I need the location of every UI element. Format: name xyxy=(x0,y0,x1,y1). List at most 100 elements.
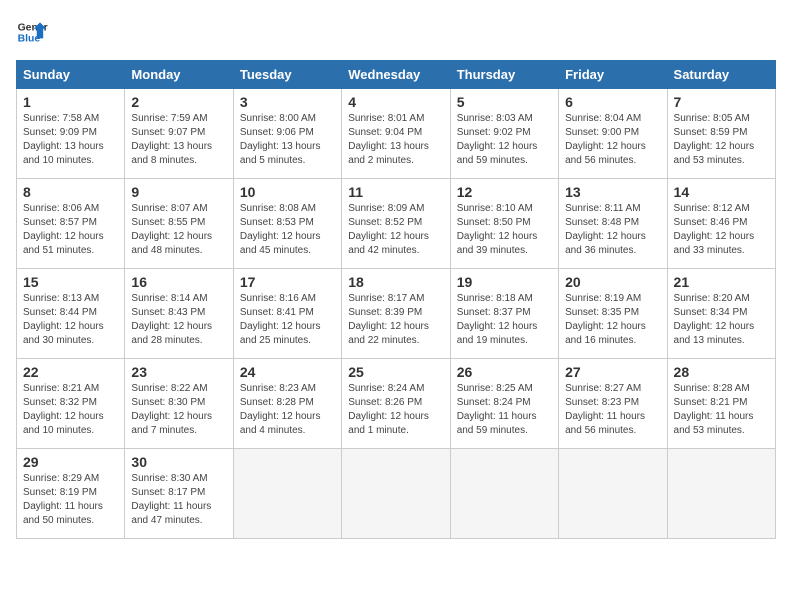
calendar-cell xyxy=(450,449,558,539)
week-row-3: 15 Sunrise: 8:13 AMSunset: 8:44 PMDayligh… xyxy=(17,269,776,359)
calendar-cell: 21 Sunrise: 8:20 AMSunset: 8:34 PMDayligh… xyxy=(667,269,775,359)
day-number: 5 xyxy=(457,94,552,110)
calendar-cell: 1 Sunrise: 7:58 AMSunset: 9:09 PMDaylight… xyxy=(17,89,125,179)
day-number: 20 xyxy=(565,274,660,290)
day-number: 27 xyxy=(565,364,660,380)
calendar-cell: 6 Sunrise: 8:04 AMSunset: 9:00 PMDaylight… xyxy=(559,89,667,179)
calendar-cell: 23 Sunrise: 8:22 AMSunset: 8:30 PMDayligh… xyxy=(125,359,233,449)
header-monday: Monday xyxy=(125,61,233,89)
day-info: Sunrise: 8:22 AMSunset: 8:30 PMDaylight:… xyxy=(131,382,226,438)
day-number: 8 xyxy=(23,184,118,200)
day-info: Sunrise: 8:10 AMSunset: 8:50 PMDaylight:… xyxy=(457,202,552,258)
calendar-cell: 15 Sunrise: 8:13 AMSunset: 8:44 PMDayligh… xyxy=(17,269,125,359)
day-info: Sunrise: 8:24 AMSunset: 8:26 PMDaylight:… xyxy=(348,382,443,438)
logo: General Blue xyxy=(16,16,48,48)
day-info: Sunrise: 8:18 AMSunset: 8:37 PMDaylight:… xyxy=(457,292,552,348)
calendar-cell: 27 Sunrise: 8:27 AMSunset: 8:23 PMDayligh… xyxy=(559,359,667,449)
day-info: Sunrise: 7:59 AMSunset: 9:07 PMDaylight:… xyxy=(131,112,226,168)
day-info: Sunrise: 8:01 AMSunset: 9:04 PMDaylight:… xyxy=(348,112,443,168)
day-number: 14 xyxy=(674,184,769,200)
day-info: Sunrise: 8:09 AMSunset: 8:52 PMDaylight:… xyxy=(348,202,443,258)
calendar-cell xyxy=(342,449,450,539)
day-info: Sunrise: 8:20 AMSunset: 8:34 PMDaylight:… xyxy=(674,292,769,348)
day-number: 1 xyxy=(23,94,118,110)
day-info: Sunrise: 8:14 AMSunset: 8:43 PMDaylight:… xyxy=(131,292,226,348)
day-info: Sunrise: 8:05 AMSunset: 8:59 PMDaylight:… xyxy=(674,112,769,168)
calendar-cell: 7 Sunrise: 8:05 AMSunset: 8:59 PMDaylight… xyxy=(667,89,775,179)
calendar-cell: 28Sunrise: 8:28 AMSunset: 8:21 PMDayligh… xyxy=(667,359,775,449)
day-info: Sunrise: 8:08 AMSunset: 8:53 PMDaylight:… xyxy=(240,202,335,258)
day-info: Sunrise: 8:21 AMSunset: 8:32 PMDaylight:… xyxy=(23,382,118,438)
header-thursday: Thursday xyxy=(450,61,558,89)
calendar-cell: 9Sunrise: 8:07 AMSunset: 8:55 PMDaylight… xyxy=(125,179,233,269)
day-number: 13 xyxy=(565,184,660,200)
calendar-cell: 13Sunrise: 8:11 AMSunset: 8:48 PMDayligh… xyxy=(559,179,667,269)
day-number: 25 xyxy=(348,364,443,380)
day-number: 18 xyxy=(348,274,443,290)
day-info: Sunrise: 8:16 AMSunset: 8:41 PMDaylight:… xyxy=(240,292,335,348)
day-number: 29 xyxy=(23,454,118,470)
day-info: Sunrise: 8:19 AMSunset: 8:35 PMDaylight:… xyxy=(565,292,660,348)
day-info: Sunrise: 8:25 AMSunset: 8:24 PMDaylight:… xyxy=(457,382,552,438)
day-number: 11 xyxy=(348,184,443,200)
day-number: 16 xyxy=(131,274,226,290)
calendar-cell xyxy=(559,449,667,539)
header-sunday: Sunday xyxy=(17,61,125,89)
calendar-cell: 11 Sunrise: 8:09 AMSunset: 8:52 PMDayligh… xyxy=(342,179,450,269)
day-number: 22 xyxy=(23,364,118,380)
calendar-cell: 22 Sunrise: 8:21 AMSunset: 8:32 PMDayligh… xyxy=(17,359,125,449)
header-saturday: Saturday xyxy=(667,61,775,89)
day-number: 7 xyxy=(674,94,769,110)
page-header: General Blue xyxy=(16,16,776,48)
day-number: 3 xyxy=(240,94,335,110)
day-number: 9 xyxy=(131,184,226,200)
day-number: 6 xyxy=(565,94,660,110)
day-number: 2 xyxy=(131,94,226,110)
day-number: 17 xyxy=(240,274,335,290)
day-info: Sunrise: 8:04 AMSunset: 9:00 PMDaylight:… xyxy=(565,112,660,168)
day-number: 24 xyxy=(240,364,335,380)
day-info: Sunrise: 8:00 AMSunset: 9:06 PMDaylight:… xyxy=(240,112,335,168)
calendar-cell: 8 Sunrise: 8:06 AMSunset: 8:57 PMDaylight… xyxy=(17,179,125,269)
day-number: 12 xyxy=(457,184,552,200)
header-wednesday: Wednesday xyxy=(342,61,450,89)
calendar-cell xyxy=(233,449,341,539)
day-info: Sunrise: 8:23 AMSunset: 8:28 PMDaylight:… xyxy=(240,382,335,438)
day-info: Sunrise: 8:27 AMSunset: 8:23 PMDaylight:… xyxy=(565,382,660,438)
calendar-cell: 5 Sunrise: 8:03 AMSunset: 9:02 PMDaylight… xyxy=(450,89,558,179)
logo-icon: General Blue xyxy=(16,16,48,48)
calendar-cell: 29 Sunrise: 8:29 AMSunset: 8:19 PMDayligh… xyxy=(17,449,125,539)
day-number: 26 xyxy=(457,364,552,380)
week-row-1: 1 Sunrise: 7:58 AMSunset: 9:09 PMDaylight… xyxy=(17,89,776,179)
day-number: 23 xyxy=(131,364,226,380)
week-row-4: 22 Sunrise: 8:21 AMSunset: 8:32 PMDayligh… xyxy=(17,359,776,449)
calendar-cell: 4Sunrise: 8:01 AMSunset: 9:04 PMDaylight… xyxy=(342,89,450,179)
calendar-table: SundayMondayTuesdayWednesdayThursdayFrid… xyxy=(16,60,776,539)
day-number: 10 xyxy=(240,184,335,200)
day-info: Sunrise: 8:29 AMSunset: 8:19 PMDaylight:… xyxy=(23,472,118,528)
calendar-cell: 25 Sunrise: 8:24 AMSunset: 8:26 PMDayligh… xyxy=(342,359,450,449)
calendar-cell: 14Sunrise: 8:12 AMSunset: 8:46 PMDayligh… xyxy=(667,179,775,269)
calendar-cell: 2 Sunrise: 7:59 AMSunset: 9:07 PMDaylight… xyxy=(125,89,233,179)
calendar-cell: 19Sunrise: 8:18 AMSunset: 8:37 PMDayligh… xyxy=(450,269,558,359)
day-number: 21 xyxy=(674,274,769,290)
day-info: Sunrise: 8:06 AMSunset: 8:57 PMDaylight:… xyxy=(23,202,118,258)
day-info: Sunrise: 8:30 AMSunset: 8:17 PMDaylight:… xyxy=(131,472,226,528)
header-row: SundayMondayTuesdayWednesdayThursdayFrid… xyxy=(17,61,776,89)
calendar-cell: 20 Sunrise: 8:19 AMSunset: 8:35 PMDayligh… xyxy=(559,269,667,359)
calendar-cell: 30 Sunrise: 8:30 AMSunset: 8:17 PMDayligh… xyxy=(125,449,233,539)
header-friday: Friday xyxy=(559,61,667,89)
week-row-5: 29 Sunrise: 8:29 AMSunset: 8:19 PMDayligh… xyxy=(17,449,776,539)
day-info: Sunrise: 7:58 AMSunset: 9:09 PMDaylight:… xyxy=(23,112,118,168)
calendar-cell: 26 Sunrise: 8:25 AMSunset: 8:24 PMDayligh… xyxy=(450,359,558,449)
calendar-cell: 17 Sunrise: 8:16 AMSunset: 8:41 PMDayligh… xyxy=(233,269,341,359)
calendar-cell xyxy=(667,449,775,539)
calendar-cell: 18Sunrise: 8:17 AMSunset: 8:39 PMDayligh… xyxy=(342,269,450,359)
day-info: Sunrise: 8:03 AMSunset: 9:02 PMDaylight:… xyxy=(457,112,552,168)
day-number: 15 xyxy=(23,274,118,290)
day-number: 30 xyxy=(131,454,226,470)
day-info: Sunrise: 8:13 AMSunset: 8:44 PMDaylight:… xyxy=(23,292,118,348)
day-info: Sunrise: 8:28 AMSunset: 8:21 PMDaylight:… xyxy=(674,382,769,438)
calendar-cell: 3 Sunrise: 8:00 AMSunset: 9:06 PMDaylight… xyxy=(233,89,341,179)
calendar-cell: 12 Sunrise: 8:10 AMSunset: 8:50 PMDayligh… xyxy=(450,179,558,269)
